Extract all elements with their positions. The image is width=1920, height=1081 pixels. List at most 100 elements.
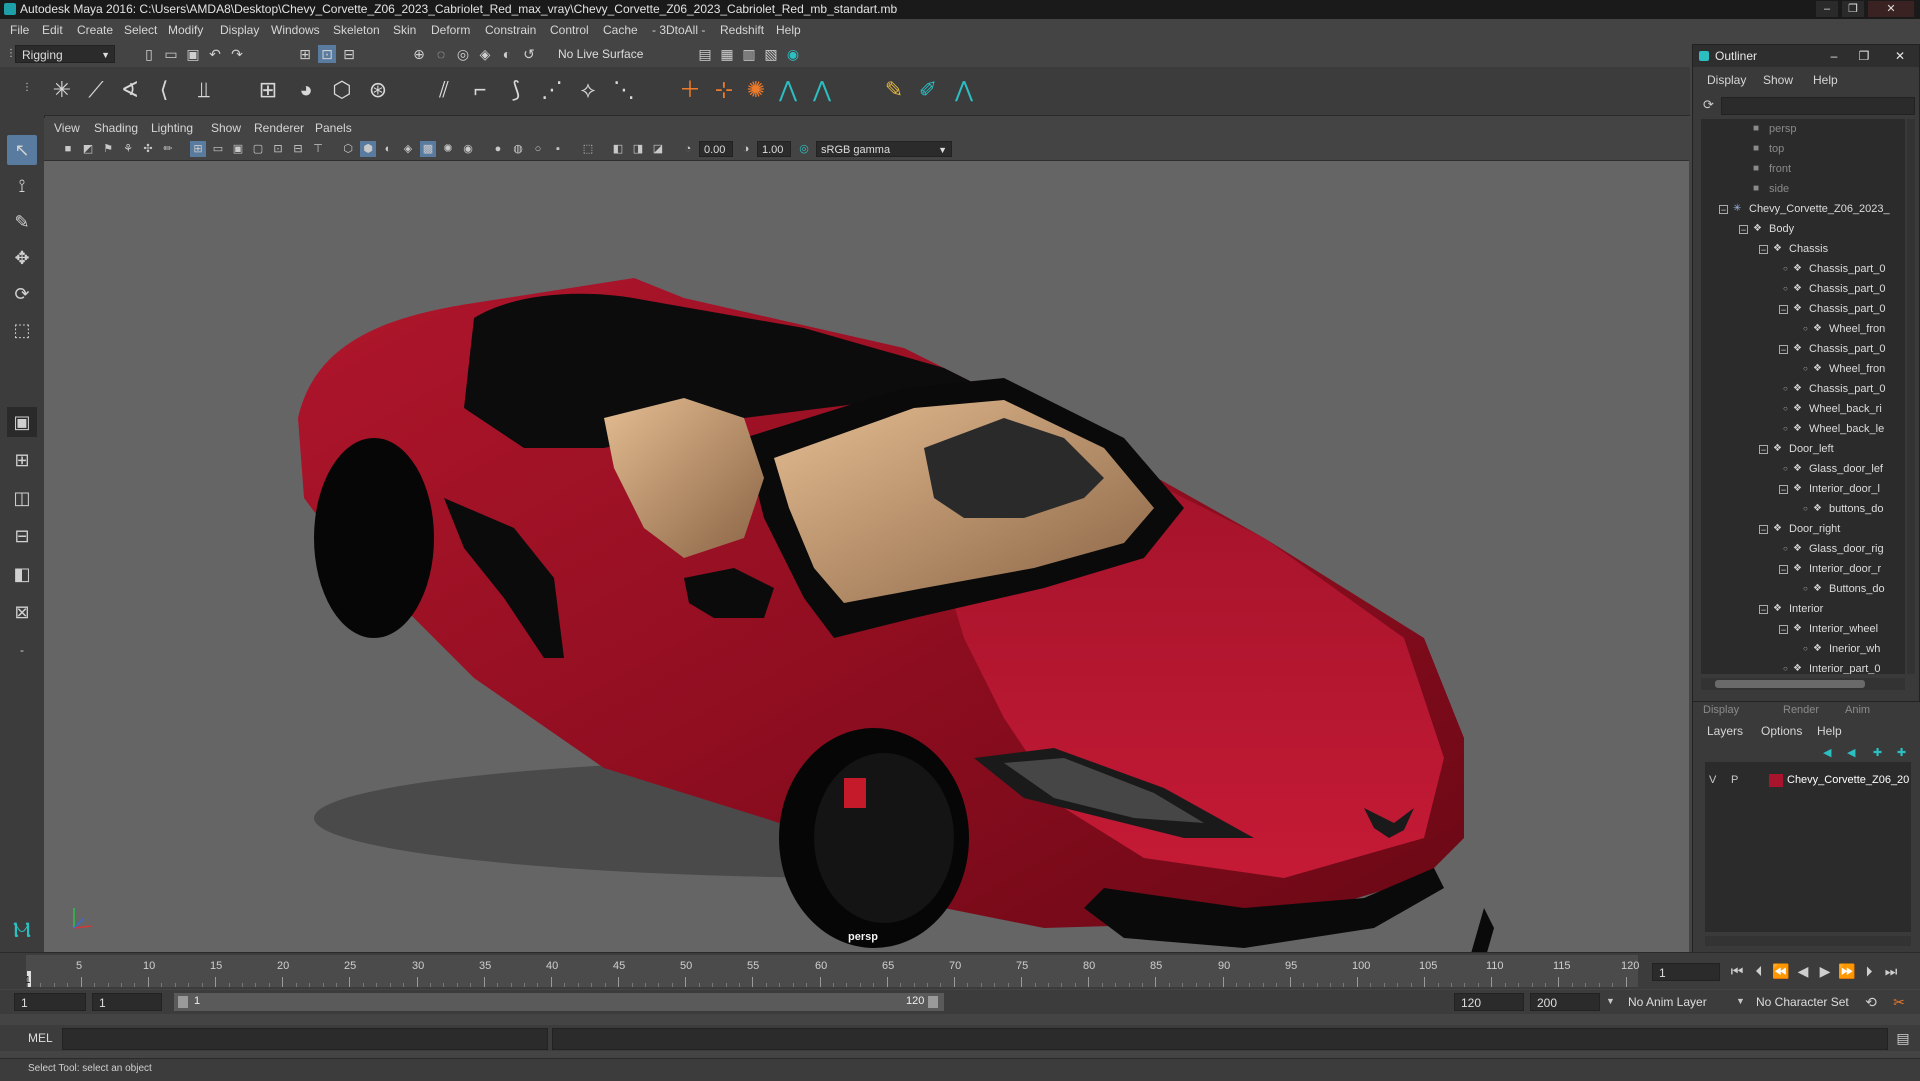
anim-layer-dropdown[interactable]: No Anim Layer bbox=[1622, 993, 1746, 1011]
collapse-toggle-icon[interactable]: − bbox=[1759, 445, 1768, 455]
outliner-menu-show[interactable]: Show bbox=[1763, 73, 1793, 87]
step-forward-key-icon[interactable]: ⏵ bbox=[1860, 962, 1878, 980]
layer-tab-anim[interactable]: Anim bbox=[1845, 704, 1870, 716]
mirror-joint-icon[interactable]: ⟨ bbox=[150, 75, 178, 105]
outliner-item[interactable]: ○ ❖ Chassis_part_0 bbox=[1701, 379, 1905, 399]
outliner-menu-display[interactable]: Display bbox=[1707, 73, 1746, 87]
menu-control[interactable]: Control bbox=[550, 23, 589, 37]
layer-hscroll[interactable] bbox=[1705, 936, 1911, 946]
single-perspective-icon[interactable]: ▣ bbox=[7, 407, 37, 437]
menu-create[interactable]: Create bbox=[77, 23, 113, 37]
outliner-item[interactable]: − ❖ Body bbox=[1701, 219, 1905, 239]
range-handle-start[interactable] bbox=[178, 996, 188, 1008]
outliner-close-button[interactable]: ✕ bbox=[1889, 45, 1911, 67]
open-scene-icon[interactable]: ▭ bbox=[162, 45, 180, 63]
auto-key-icon[interactable]: ⟲ bbox=[1862, 993, 1880, 1011]
hik-skeleton-icon[interactable]: ⋀ bbox=[808, 75, 836, 105]
step-forward-frame-icon[interactable]: ⏩ bbox=[1838, 962, 1856, 980]
go-to-start-icon[interactable]: ⏮ bbox=[1728, 962, 1746, 980]
menu-deform[interactable]: Deform bbox=[431, 23, 470, 37]
outliner-item[interactable]: ■ side bbox=[1701, 179, 1905, 199]
move-tool-icon[interactable]: ✥ bbox=[7, 243, 37, 273]
chevron-down-icon[interactable]: ▼ bbox=[1736, 996, 1745, 1006]
car-model[interactable] bbox=[298, 278, 1494, 952]
menu-redshift[interactable]: Redshift bbox=[720, 23, 764, 37]
scale-tool-icon[interactable]: ⬚ bbox=[7, 315, 37, 345]
outliner-search-input[interactable] bbox=[1721, 97, 1915, 115]
menu-set-dropdown[interactable]: Rigging ▼ bbox=[15, 45, 115, 63]
layer-visibility-toggle[interactable]: V bbox=[1709, 774, 1716, 786]
animation-start-field[interactable]: 1 bbox=[14, 993, 86, 1011]
layer-row[interactable]: V P Chevy_Corvette_Z06_20 bbox=[1705, 772, 1911, 790]
layer-move-up-icon[interactable]: ◀ bbox=[1823, 746, 1831, 759]
outliner-vscroll[interactable] bbox=[1907, 119, 1915, 674]
paint-weights-icon[interactable]: ⬡ bbox=[328, 75, 356, 105]
outliner-item[interactable]: − ❖ Chassis_part_0 bbox=[1701, 339, 1905, 359]
outliner-item[interactable]: − ❖ Chassis_part_0 bbox=[1701, 299, 1905, 319]
select-object-icon[interactable]: ⊡ bbox=[318, 45, 336, 63]
cluster-icon[interactable]: ⫽ bbox=[430, 75, 458, 105]
maximize-button[interactable]: ❐ bbox=[1842, 1, 1864, 17]
character-set-dropdown[interactable]: No Character Set bbox=[1750, 993, 1870, 1011]
undo-icon[interactable]: ↶ bbox=[206, 45, 224, 63]
blend-shape-icon[interactable]: ⌐ bbox=[466, 75, 494, 105]
collapse-toggle-icon[interactable]: − bbox=[1759, 605, 1768, 615]
collapse-toggle-icon[interactable]: − bbox=[1779, 345, 1788, 355]
menu-help[interactable]: Help bbox=[776, 23, 801, 37]
collapse-toggle-icon[interactable]: − bbox=[1779, 485, 1788, 495]
ipr-render-icon[interactable]: ▥ bbox=[740, 45, 758, 63]
hik-icon[interactable]: ⋀ bbox=[774, 75, 802, 105]
chevron-down-icon[interactable]: ▼ bbox=[1606, 996, 1615, 1006]
aim-constraint-icon[interactable]: ⊹ bbox=[710, 75, 738, 105]
playback-start-field[interactable]: 1 bbox=[92, 993, 162, 1011]
outliner-item[interactable]: ○ ❖ Chassis_part_0 bbox=[1701, 279, 1905, 299]
render-view-icon[interactable]: ▦ bbox=[718, 45, 736, 63]
outliner-item[interactable]: ○ ❖ buttons_do bbox=[1701, 499, 1905, 519]
menu-cache[interactable]: Cache bbox=[603, 23, 638, 37]
outliner-item[interactable]: ■ persp bbox=[1701, 119, 1905, 139]
redshift-ipr-icon[interactable]: ⋀ bbox=[950, 75, 978, 105]
menu-skin[interactable]: Skin bbox=[393, 23, 416, 37]
orient-joint-icon[interactable]: ⫫ bbox=[190, 75, 218, 105]
collapse-toggle-icon[interactable]: − bbox=[1759, 245, 1768, 255]
command-input[interactable] bbox=[62, 1028, 548, 1050]
menu-modify[interactable]: Modify bbox=[168, 23, 203, 37]
menu-select[interactable]: Select bbox=[124, 23, 157, 37]
select-hierarchy-icon[interactable]: ⊞ bbox=[296, 45, 314, 63]
smooth-bind-icon[interactable]: ◕ bbox=[292, 75, 320, 105]
paint-select-icon[interactable]: ✎ bbox=[7, 207, 37, 237]
outliner-item[interactable]: ○ ❖ Glass_door_rig bbox=[1701, 539, 1905, 559]
layout-more-icon[interactable]: - bbox=[7, 635, 37, 665]
outliner-maximize-button[interactable]: ❐ bbox=[1853, 45, 1875, 67]
redo-icon[interactable]: ↷ bbox=[228, 45, 246, 63]
render-settings-icon[interactable]: ▤ bbox=[696, 45, 714, 63]
script-editor-icon[interactable]: ▤ bbox=[1894, 1029, 1912, 1047]
outliner-item[interactable]: − ❖ Door_right bbox=[1701, 519, 1905, 539]
new-layer-icon[interactable]: ✚ bbox=[1873, 746, 1882, 759]
sculpt-deformer-icon[interactable]: ⟡ bbox=[574, 75, 602, 105]
redshift-light-icon[interactable]: ✎ bbox=[880, 75, 908, 105]
refresh-icon[interactable]: ⟳ bbox=[1703, 97, 1714, 113]
select-component-icon[interactable]: ⊟ bbox=[340, 45, 358, 63]
lattice-icon[interactable]: ⊛ bbox=[364, 75, 392, 105]
snap-grid-icon[interactable]: ⊕ bbox=[410, 45, 428, 63]
collapse-toggle-icon[interactable]: − bbox=[1779, 305, 1788, 315]
custom-layout-icon[interactable]: ⊠ bbox=[7, 597, 37, 627]
collapse-toggle-icon[interactable]: − bbox=[1779, 565, 1788, 575]
four-view-layout-icon[interactable]: ⊞ bbox=[7, 445, 37, 475]
minimize-button[interactable]: – bbox=[1816, 1, 1838, 17]
animation-prefs-icon[interactable]: ✂ bbox=[1890, 993, 1908, 1011]
outliner-item[interactable]: − ❖ Interior bbox=[1701, 599, 1905, 619]
close-button[interactable]: ✕ bbox=[1868, 1, 1914, 17]
new-layer-selected-icon[interactable]: ✚ bbox=[1897, 746, 1906, 759]
playback-end-field[interactable]: 120 bbox=[1454, 993, 1524, 1011]
nonlinear-deformer-icon[interactable]: ⋱ bbox=[610, 75, 638, 105]
lasso-tool-icon[interactable]: ⟟ bbox=[7, 171, 37, 201]
outliner-item[interactable]: ○ ❖ Chassis_part_0 bbox=[1701, 259, 1905, 279]
orient-constraint-icon[interactable]: ✺ bbox=[742, 75, 770, 105]
collapse-toggle-icon[interactable]: − bbox=[1759, 525, 1768, 535]
select-tool-icon[interactable]: ↖ bbox=[7, 135, 37, 165]
persp-graph-layout-icon[interactable]: ⊟ bbox=[7, 521, 37, 551]
outliner-item[interactable]: ■ front bbox=[1701, 159, 1905, 179]
hypershade-icon[interactable]: ◉ bbox=[784, 45, 802, 63]
